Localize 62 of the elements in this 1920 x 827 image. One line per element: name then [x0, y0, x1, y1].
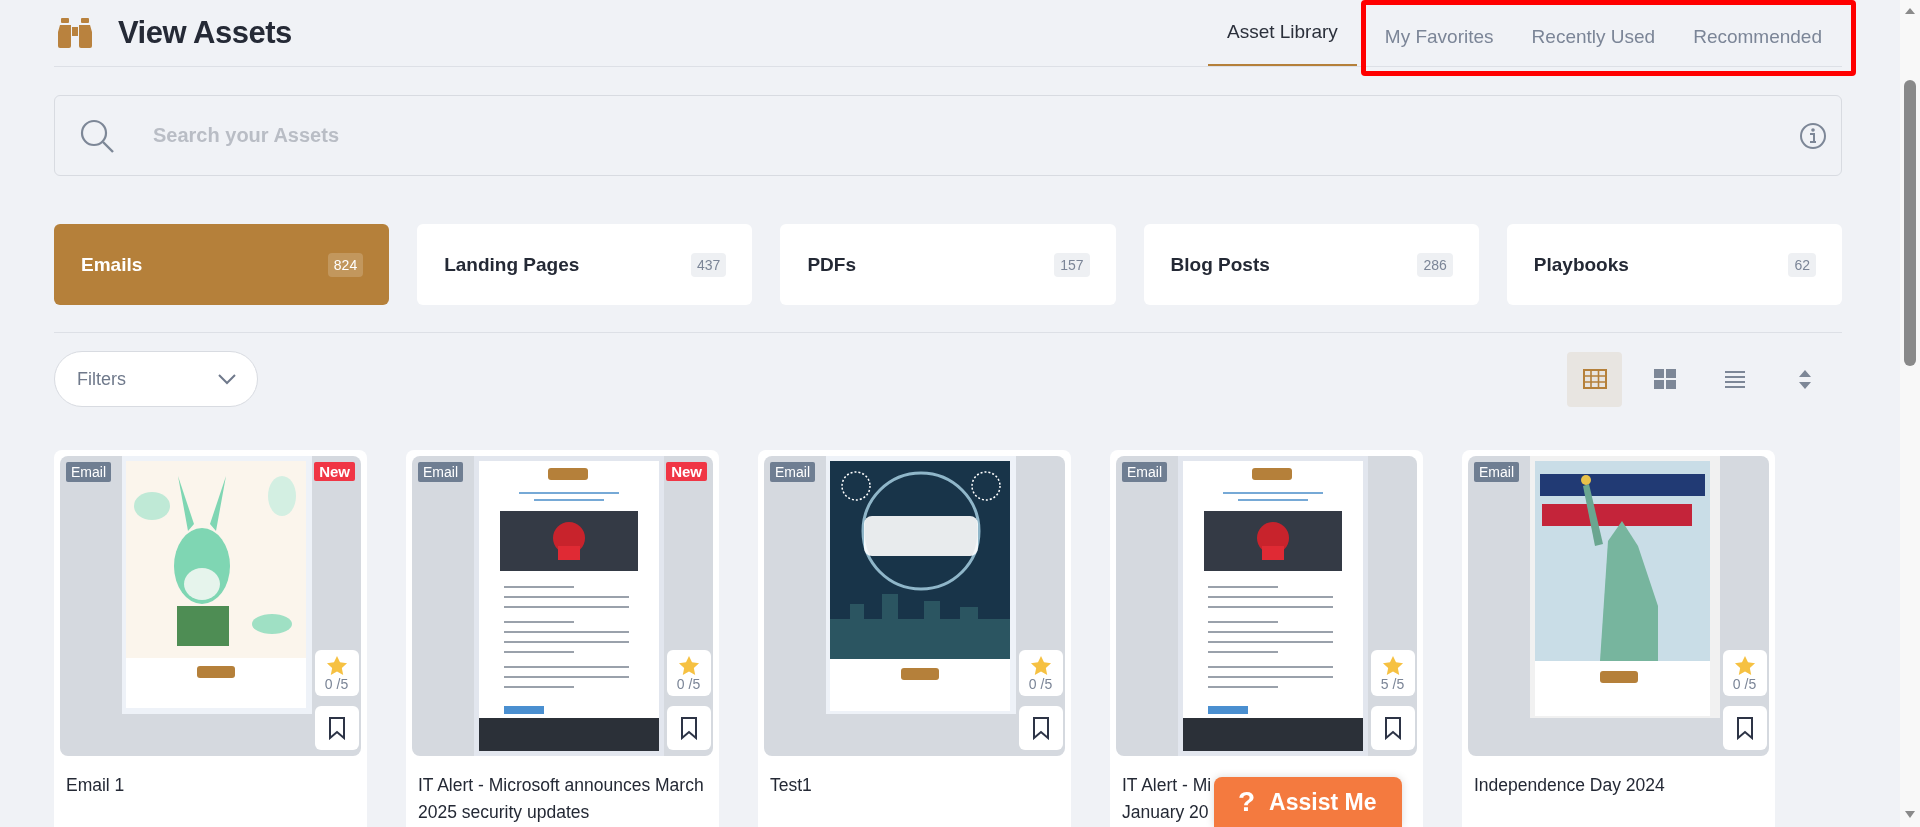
asset-title[interactable]: Independence Day 2024 [1474, 772, 1665, 799]
help-icon: ? [1238, 786, 1256, 818]
asset-title[interactable]: 2025 security updates [418, 799, 590, 826]
rating-text: 0 /5 [676, 675, 701, 692]
bookmark-icon [1735, 716, 1754, 740]
type-tag: Email [1474, 462, 1519, 482]
rating-text: 0 /5 [1028, 675, 1053, 692]
bookmark-icon [1383, 716, 1402, 740]
rating-box[interactable]: 0 /5 [666, 650, 711, 696]
bookmark-button[interactable] [1722, 706, 1767, 750]
type-tag: Email [770, 462, 815, 482]
category-tab[interactable]: PDFs 157 [780, 224, 1116, 305]
new-badge: New [666, 462, 707, 481]
bookmark-icon [679, 716, 698, 740]
view-toggle[interactable] [1567, 351, 1622, 407]
star-icon [1381, 654, 1404, 676]
bookmark-button[interactable] [314, 706, 359, 750]
rating-text: 5 /5 [1380, 675, 1405, 692]
count-badge: 286 [1417, 252, 1453, 277]
asset-title[interactable]: January 20 [1122, 799, 1209, 826]
chevron-down-icon [217, 373, 237, 385]
rating-box[interactable]: 0 /5 [1018, 650, 1063, 696]
bookmark-icon [327, 716, 346, 740]
asset-title[interactable]: IT Alert - Mi [1122, 772, 1212, 799]
bookmark-button[interactable] [666, 706, 711, 750]
category-label: Emails [81, 253, 143, 276]
search-icon [79, 117, 115, 154]
star-icon [1029, 654, 1052, 676]
page-title: View Assets [118, 15, 292, 51]
binoculars-icon [58, 18, 94, 48]
count-badge: 62 [1788, 252, 1816, 277]
type-tag: Email [1122, 462, 1167, 482]
count-badge: 437 [691, 252, 727, 277]
new-badge: New [314, 462, 355, 481]
type-tag: Email [66, 462, 111, 482]
bookmark-button[interactable] [1370, 706, 1415, 750]
count-badge: 824 [327, 252, 364, 277]
category-tab[interactable]: Playbooks 62 [1506, 224, 1842, 305]
tab[interactable]: Asset Library [1207, 0, 1357, 66]
rating-box[interactable]: 0 /5 [314, 650, 359, 696]
rating-box[interactable]: 5 /5 [1370, 650, 1415, 696]
star-icon [1733, 654, 1756, 676]
asset-title[interactable]: IT Alert - Microsoft announces March [418, 772, 704, 799]
rating-text: 0 /5 [1732, 675, 1757, 692]
rating-box[interactable]: 0 /5 [1722, 650, 1767, 696]
category-label: PDFs [807, 253, 856, 276]
bookmark-button[interactable] [1018, 706, 1063, 750]
star-icon [325, 654, 348, 676]
count-badge: 157 [1054, 252, 1090, 277]
bookmark-icon [1031, 716, 1050, 740]
asset-title[interactable]: Email 1 [66, 772, 125, 799]
star-icon [677, 654, 700, 676]
filters-dropdown[interactable]: Filters [54, 351, 258, 407]
category-label: Playbooks [1533, 253, 1629, 276]
type-tag: Email [418, 462, 463, 482]
category-label: Landing Pages [444, 253, 580, 276]
asset-title[interactable]: Test1 [770, 772, 812, 799]
category-label: Blog Posts [1170, 253, 1270, 276]
category-tab[interactable]: Landing Pages 437 [417, 224, 753, 305]
rating-text: 0 /5 [324, 675, 349, 692]
info-icon[interactable] [1799, 121, 1827, 150]
category-tab[interactable]: Blog Posts 286 [1143, 224, 1479, 305]
